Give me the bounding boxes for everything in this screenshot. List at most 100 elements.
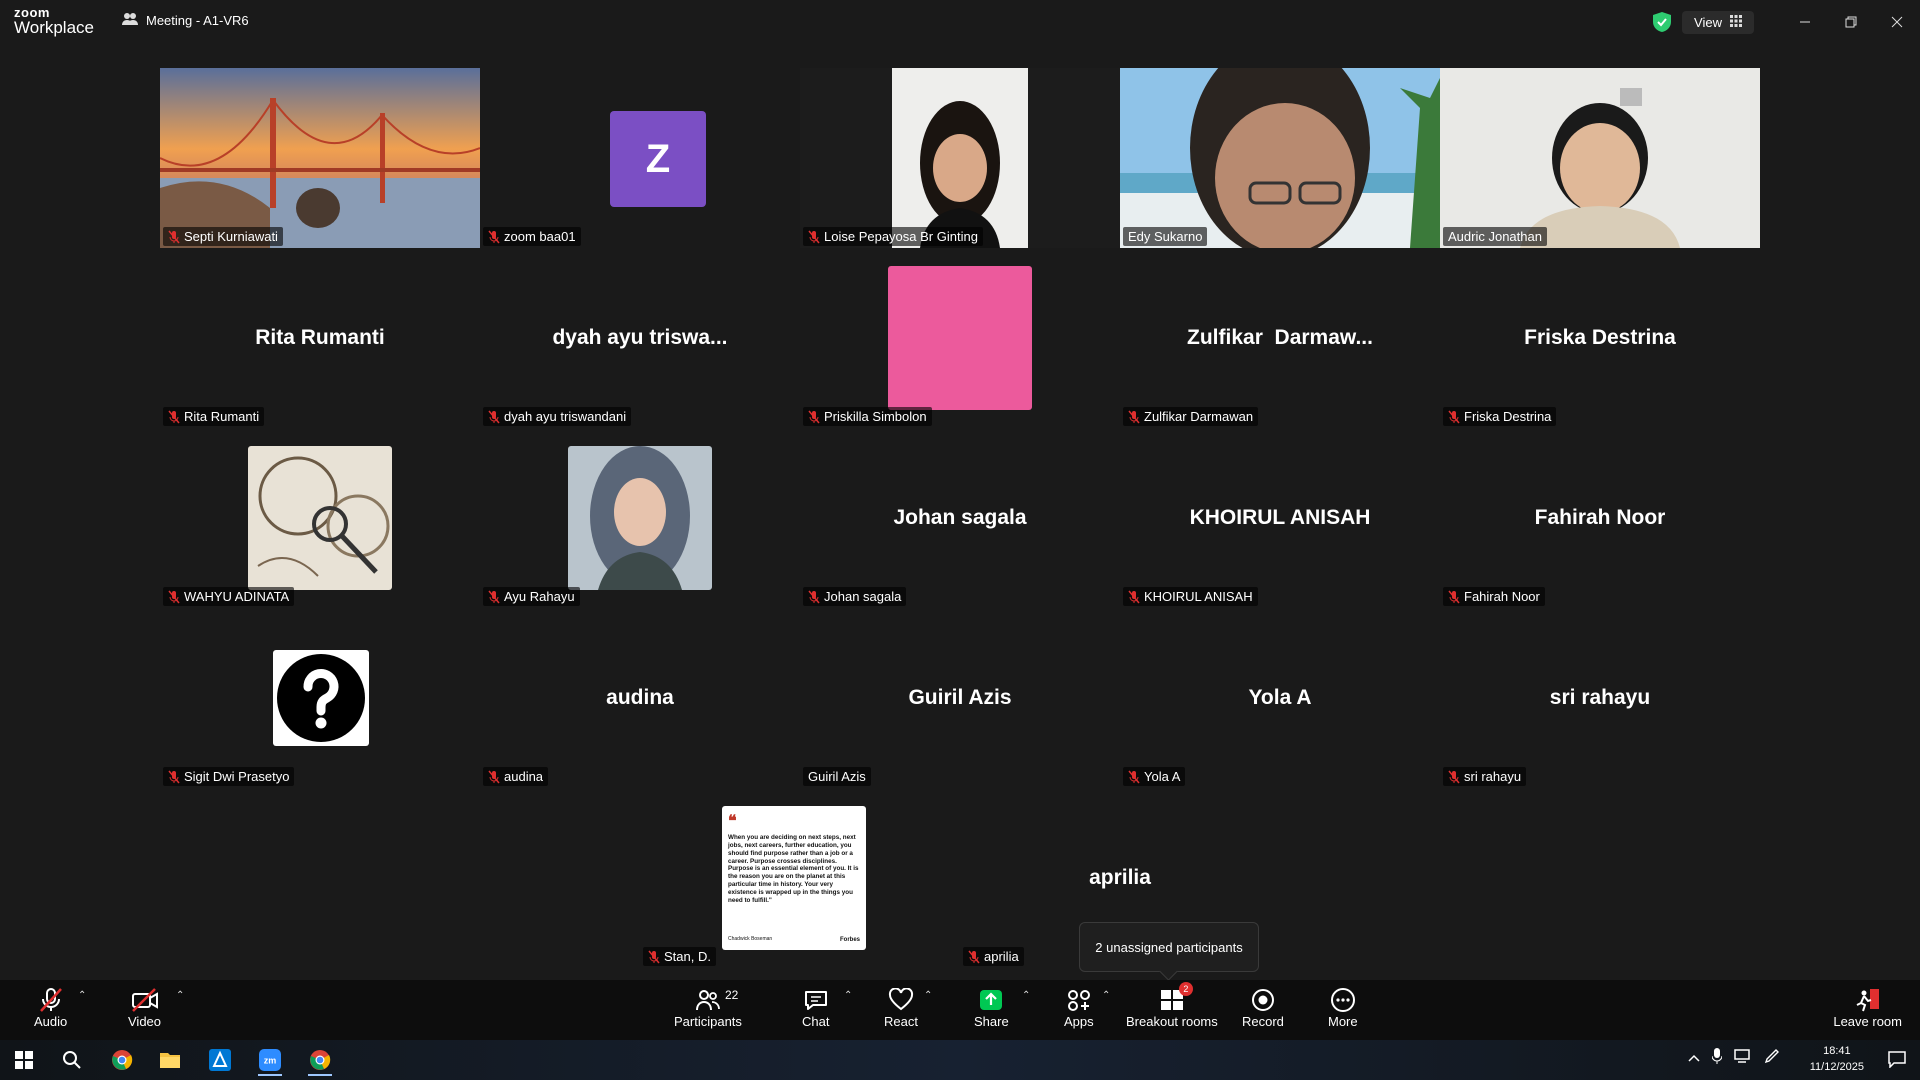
participants-button[interactable]: 22 Participants (674, 986, 742, 1029)
search-icon[interactable] (52, 1044, 92, 1076)
profile-avatar (888, 266, 1032, 410)
video-tile[interactable]: Guiril Azis Guiril Azis (800, 608, 1120, 788)
leave-room-button[interactable]: Leave room (1833, 986, 1902, 1029)
notifications-icon[interactable] (1888, 1050, 1906, 1073)
video-button[interactable]: Video (128, 986, 161, 1029)
taskbar-clock[interactable]: 18:41 11/12/2025 (1810, 1043, 1864, 1075)
participant-display-name: audina (606, 686, 674, 709)
participant-nameplate: Ayu Rahayu (483, 587, 580, 606)
video-tile[interactable]: KHOIRUL ANISAH KHOIRUL ANISAH (1120, 428, 1440, 608)
view-label: View (1694, 14, 1722, 30)
windows-start-icon[interactable] (4, 1044, 44, 1076)
video-tile[interactable]: Audric Jonathan (1440, 68, 1760, 248)
view-button[interactable]: View (1682, 10, 1754, 34)
participant-display-name: Friska Destrina (1524, 326, 1676, 349)
video-tile[interactable]: Ayu Rahayu (480, 428, 800, 608)
muted-mic-icon (488, 590, 500, 603)
chat-options-chevron-icon[interactable]: ⌃ (844, 990, 852, 1001)
pen-menu-icon[interactable] (1764, 1048, 1780, 1069)
participant-name: KHOIRUL ANISAH (1144, 589, 1253, 604)
participant-nameplate: audina (483, 767, 549, 786)
zoom-taskbar-icon[interactable]: zm (250, 1044, 290, 1076)
participant-video (1440, 68, 1760, 248)
video-tile[interactable]: Yola A Yola A (1120, 608, 1440, 788)
share-button[interactable]: Share (974, 986, 1009, 1029)
chat-button[interactable]: Chat (802, 986, 829, 1029)
record-label: Record (1242, 1014, 1284, 1029)
chrome-active-window-icon[interactable] (300, 1044, 340, 1076)
chat-icon (803, 986, 829, 1014)
minimize-button[interactable] (1782, 6, 1828, 38)
file-explorer-icon[interactable] (150, 1044, 190, 1076)
video-tile[interactable]: Rita Rumanti Rita Rumanti (160, 248, 480, 428)
video-tile[interactable]: sri rahayu sri rahayu (1440, 608, 1760, 788)
video-tile[interactable]: ❝ When you are deciding on next steps, n… (640, 788, 960, 968)
show-hidden-icons-chevron-icon[interactable] (1688, 1050, 1700, 1068)
participants-label: Participants (674, 1014, 742, 1029)
quote-text: When you are deciding on next steps, nex… (728, 834, 859, 904)
participant-nameplate: sri rahayu (1443, 767, 1527, 786)
apps-options-chevron-icon[interactable]: ⌃ (1102, 990, 1110, 1001)
avatar-initial: Z (610, 111, 706, 207)
muted-mic-icon (648, 950, 660, 963)
title-bar: zoom Workplace Meeting - A1-VR6 View (0, 0, 1920, 44)
video-tile[interactable]: Septi Kurniawati (160, 68, 480, 248)
encryption-shield-icon[interactable] (1652, 11, 1672, 33)
muted-mic-icon (808, 410, 820, 423)
video-tile-active-speaker[interactable]: Edy Sukarno (1120, 68, 1440, 248)
video-tile[interactable]: Zulfikar Darmaw... Zulfikar Darmawan (1120, 248, 1440, 428)
video-tile[interactable]: Johan sagala Johan sagala (800, 428, 1120, 608)
breakout-rooms-button[interactable]: 2 Breakout rooms (1126, 982, 1218, 1029)
more-button[interactable]: More (1328, 986, 1358, 1029)
muted-mic-icon (1128, 770, 1140, 783)
video-tile[interactable]: Z zoom baa01 (480, 68, 800, 248)
chrome-icon[interactable] (102, 1044, 142, 1076)
heart-react-icon (888, 986, 914, 1014)
participant-name: WAHYU ADINATA (184, 589, 290, 604)
video-tile[interactable]: Sigit Dwi Prasetyo (160, 608, 480, 788)
video-tile[interactable]: audina audina (480, 608, 800, 788)
video-options-chevron-icon[interactable]: ⌃ (176, 990, 184, 1001)
share-options-chevron-icon[interactable]: ⌃ (1022, 990, 1030, 1001)
restore-button[interactable] (1828, 6, 1874, 38)
participant-nameplate: WAHYU ADINATA (163, 587, 295, 606)
video-tile[interactable]: Fahirah Noor Fahirah Noor (1440, 428, 1760, 608)
muted-mic-icon (1448, 770, 1460, 783)
participant-display-name: Guiril Azis (908, 686, 1012, 709)
quote-card-avatar: ❝ When you are deciding on next steps, n… (722, 806, 866, 950)
azure-data-studio-icon[interactable] (200, 1044, 240, 1076)
apps-button[interactable]: Apps (1064, 986, 1094, 1029)
video-tile[interactable]: dyah ayu triswa... dyah ayu triswandani (480, 248, 800, 428)
tooltip-text: 2 unassigned participants (1095, 939, 1243, 955)
react-label: React (884, 1014, 918, 1029)
audio-button[interactable]: Audio (34, 986, 67, 1029)
close-button[interactable] (1874, 6, 1920, 38)
grid-icon (1730, 14, 1742, 30)
meeting-toolbar: Audio ⌃ Video ⌃ 22 Participants Chat ⌃ R… (0, 980, 1920, 1040)
participant-display-name: Yola A (1248, 686, 1312, 709)
meeting-title: Meeting - A1-VR6 (122, 12, 249, 29)
video-tile[interactable]: Loise Pepayosa Br Ginting (800, 68, 1120, 248)
breakout-rooms-badge: 2 (1178, 982, 1193, 996)
participant-name: Johan sagala (824, 589, 902, 604)
participant-nameplate: dyah ayu triswandani (483, 407, 632, 426)
participant-display-name: KHOIRUL ANISAH (1189, 506, 1371, 529)
audio-options-chevron-icon[interactable]: ⌃ (78, 990, 86, 1001)
record-button[interactable]: Record (1242, 986, 1284, 1029)
video-tile[interactable]: Friska Destrina Friska Destrina (1440, 248, 1760, 428)
participant-display-name: Johan sagala (893, 506, 1027, 529)
participant-display-name: dyah ayu triswa... (552, 326, 728, 349)
participant-nameplate: Guiril Azis (803, 767, 871, 786)
clock-date: 11/12/2025 (1809, 1061, 1864, 1073)
video-tile[interactable]: WAHYU ADINATA (160, 428, 480, 608)
microphone-tray-icon[interactable] (1711, 1048, 1723, 1069)
more-label: More (1328, 1014, 1358, 1029)
system-tray (1688, 1048, 1780, 1069)
react-button[interactable]: React (884, 986, 918, 1029)
react-options-chevron-icon[interactable]: ⌃ (924, 990, 932, 1001)
network-icon[interactable] (1734, 1049, 1752, 1068)
more-icon (1330, 986, 1356, 1014)
video-tile[interactable]: Priskilla Simbolon (800, 248, 1120, 428)
participant-display-name: sri rahayu (1549, 686, 1651, 709)
participant-nameplate: Stan, D. (643, 947, 716, 966)
